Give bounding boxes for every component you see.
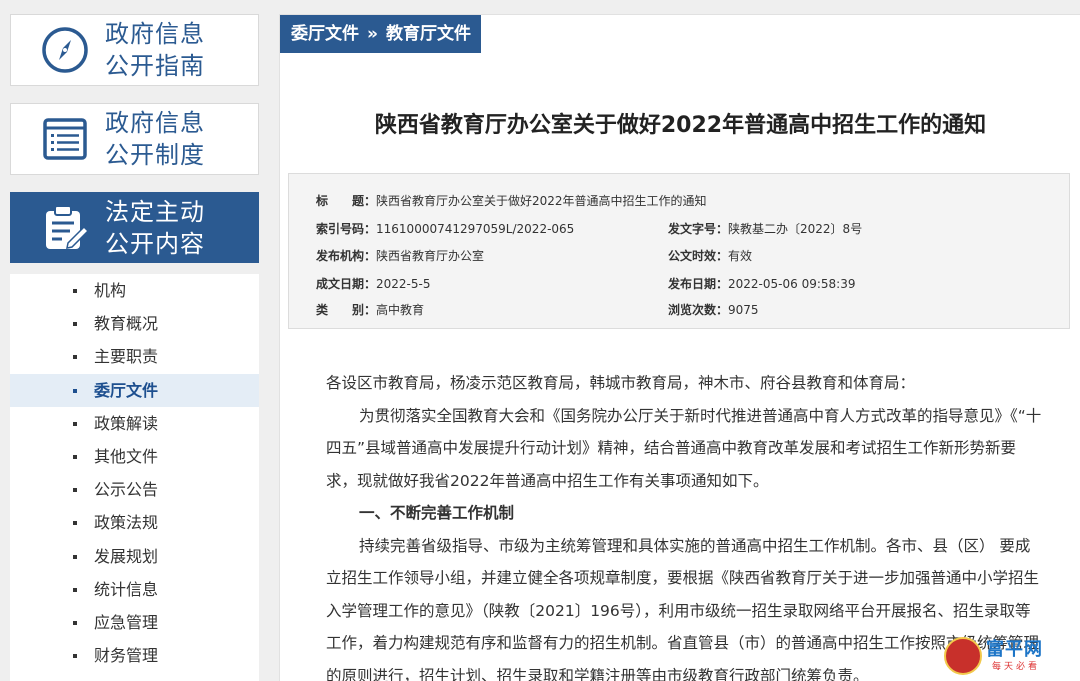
sidebar-item-institution[interactable]: 机构 (10, 274, 259, 307)
meta-index-label: 索引号码： (316, 222, 377, 236)
intro-paragraph: 为贯彻落实全国教育大会和《国务院办公厅关于新时代推进普通高中育人方式改革的指导意… (326, 406, 1042, 490)
sidebar-item-documents[interactable]: 委厅文件 (10, 373, 259, 407)
meta-views-label: 浏览次数： (668, 303, 729, 317)
sidebar-item-finance[interactable]: 财务管理 (10, 639, 259, 672)
watermark-logo: 富平网 每天必看 (944, 635, 1062, 677)
meta-category-label: 类 别： (316, 303, 377, 317)
tower-emblem-icon (944, 637, 982, 675)
document-title: 陕西省教育厅办公室关于做好2022年普通高中招生工作的通知 (374, 113, 987, 138)
breadcrumb-link-documents[interactable]: 委厅文件 (291, 15, 359, 53)
sidebar-box-guide[interactable]: 政府信息 公开指南 (10, 14, 259, 86)
document-meta-panel: 标 题：陕西省教育厅办公室关于做好2022年普通高中招生工作的通知 索引号码：1… (288, 173, 1070, 329)
sidebar-nav: 机构 教育概况 主要职责 委厅文件 政策解读 其他文件 公示公告 政策法规 发展… (10, 274, 259, 681)
section-heading: 一、不断完善工作机制 (359, 504, 515, 522)
meta-views-value: 9075 (728, 303, 759, 317)
document-body: 各设区市教育局，杨凌示范区教育局，韩城市教育局，神木市、府谷县教育和体育局： 为… (326, 367, 1044, 681)
breadcrumb: 委厅文件 » 教育厅文件 (280, 15, 481, 53)
sidebar-box-label: 政府信息 公开指南 (105, 20, 205, 80)
sidebar-item-announcements[interactable]: 公示公告 (10, 473, 259, 506)
meta-validity-label: 公文时效： (668, 249, 729, 263)
sidebar-box-label: 政府信息 公开制度 (105, 109, 205, 169)
meta-created-value: 2022-5-5 (376, 277, 431, 291)
meta-category-value: 高中教育 (376, 303, 425, 317)
sidebar-item-overview[interactable]: 教育概况 (10, 307, 259, 340)
meta-validity-value: 有效 (728, 249, 753, 263)
meta-published-label: 发布日期： (668, 277, 729, 291)
sidebar-item-statistics[interactable]: 统计信息 (10, 573, 259, 606)
meta-docno-label: 发文字号： (668, 222, 729, 236)
sidebar-item-planning[interactable]: 发展规划 (10, 540, 259, 573)
sidebar-item-emergency[interactable]: 应急管理 (10, 606, 259, 639)
sidebar-item-regulations[interactable]: 政策法规 (10, 506, 259, 539)
meta-published-value: 2022-05-06 09:58:39 (728, 277, 856, 291)
meta-index-value: 11610000741297059L/2022-065 (376, 222, 575, 236)
meta-issuer-label: 发布机构： (316, 249, 377, 263)
meta-title-label: 标 题： (316, 194, 377, 208)
watermark-slogan: 每天必看 (992, 662, 1041, 672)
breadcrumb-separator: » (367, 24, 378, 44)
body-paragraph: 持续完善省级指导、市级为主统筹管理和具体实施的普通高中招生工作机制。各市、县（区… (326, 536, 1040, 681)
meta-docno-value: 陕教基二办〔2022〕8号 (728, 222, 863, 236)
sidebar-box-label: 法定主动 公开内容 (105, 197, 205, 258)
main-content: 委厅文件 » 教育厅文件 陕西省教育厅办公室关于做好2022年普通高中招生工作的… (279, 14, 1080, 681)
compass-icon (40, 25, 90, 75)
sidebar-item-other-files[interactable]: 其他文件 (10, 440, 259, 473)
watermark-brand: 富平网 (986, 639, 1043, 660)
sidebar-item-policy-interpretation[interactable]: 政策解读 (10, 407, 259, 440)
sidebar-box-system[interactable]: 政府信息 公开制度 (10, 103, 259, 175)
breadcrumb-link-edu-dept[interactable]: 教育厅文件 (386, 15, 471, 53)
salutation: 各设区市教育局，杨凌示范区教育局，韩城市教育局，神木市、府谷县教育和体育局： (326, 374, 916, 392)
meta-title-value: 陕西省教育厅办公室关于做好2022年普通高中招生工作的通知 (376, 194, 707, 208)
meta-created-label: 成文日期： (316, 277, 377, 291)
list-document-icon (40, 114, 90, 164)
sidebar-box-statutory[interactable]: 法定主动 公开内容 (10, 192, 259, 263)
meta-issuer-value: 陕西省教育厅办公室 (376, 249, 485, 263)
sidebar-item-duties[interactable]: 主要职责 (10, 340, 259, 373)
clipboard-edit-icon (40, 203, 90, 253)
